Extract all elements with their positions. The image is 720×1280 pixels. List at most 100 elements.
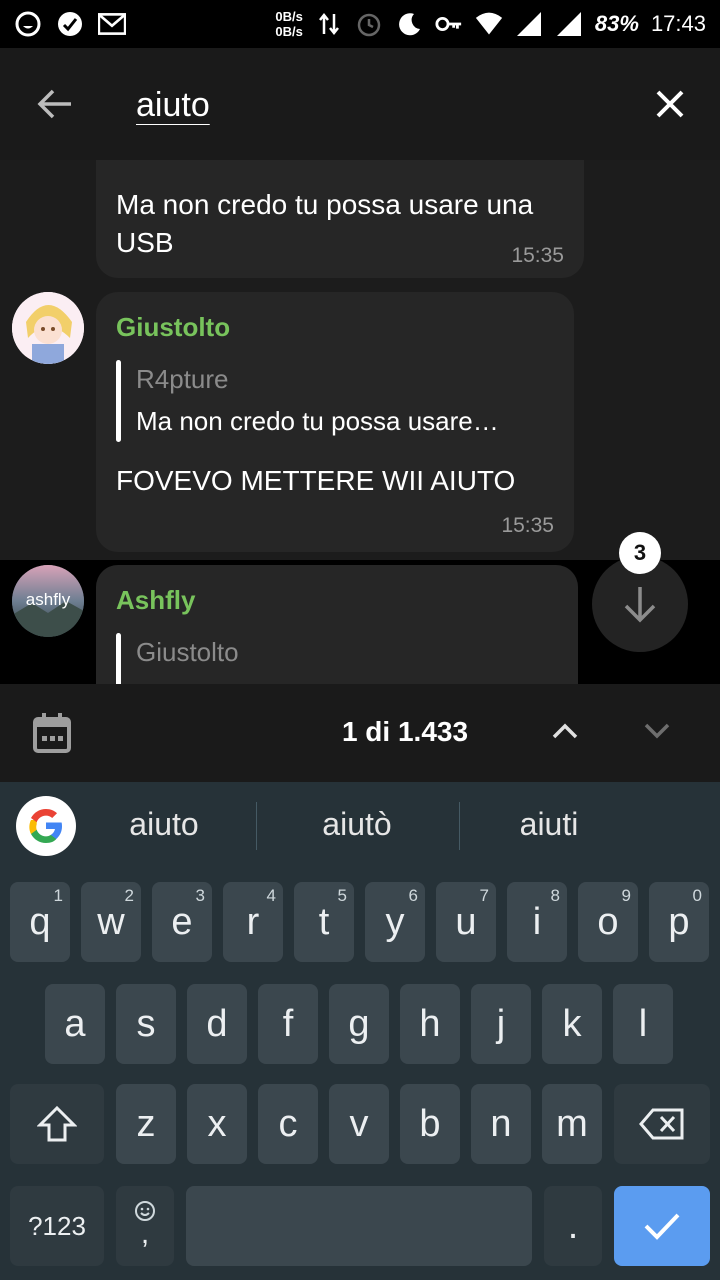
clock: 17:43 [650, 11, 706, 36]
keyboard: aiuto aiutò aiuti ?123 , . q1w2e3r4t5y6u… [0, 782, 720, 1280]
key-a[interactable]: a [45, 984, 105, 1064]
suggestion-2[interactable]: aiutò [277, 806, 437, 843]
key-label: z [136, 1102, 156, 1145]
key-p[interactable]: p0 [649, 882, 709, 962]
key-label: c [278, 1102, 298, 1145]
key-label: e [171, 900, 193, 943]
key-h[interactable]: h [400, 984, 460, 1064]
sender-name[interactable]: Ashfly [116, 585, 195, 616]
key-k[interactable]: k [542, 984, 602, 1064]
key-hint: 7 [479, 886, 489, 905]
key-l[interactable]: l [613, 984, 673, 1064]
search-result-count: 1 di 1.433 [341, 716, 469, 747]
key-o[interactable]: o9 [578, 882, 638, 962]
key-w[interactable]: w2 [81, 882, 141, 962]
key-j[interactable]: j [471, 984, 531, 1064]
key-t[interactable]: t5 [294, 882, 354, 962]
arrow-down-icon [624, 587, 656, 623]
key-f[interactable]: f [258, 984, 318, 1064]
alarm-icon [355, 10, 383, 38]
search-header [0, 48, 720, 160]
key-s[interactable]: s [116, 984, 176, 1064]
previous-result-button[interactable] [544, 710, 586, 752]
reply-text[interactable]: Ma non credo tu possa usare… [136, 406, 499, 437]
message-bubble[interactable]: Ashfly Giustolto [96, 565, 578, 684]
key-label: f [282, 1002, 294, 1045]
key-r[interactable]: r4 [223, 882, 283, 962]
whatsapp-icon [14, 10, 42, 38]
comma-key[interactable]: , [116, 1186, 174, 1266]
key-d[interactable]: d [187, 984, 247, 1064]
reply-quote-bar [116, 633, 121, 684]
wifi-icon [475, 10, 503, 38]
key-b[interactable]: b [400, 1084, 460, 1164]
key-hint: 6 [408, 886, 418, 905]
close-icon [656, 90, 684, 118]
key-z[interactable]: z [116, 1084, 176, 1164]
key-u[interactable]: u7 [436, 882, 496, 962]
data-transfer-icon [315, 10, 343, 38]
key-label: g [348, 1002, 370, 1045]
key-c[interactable]: c [258, 1084, 318, 1164]
google-logo-icon[interactable] [16, 796, 76, 856]
checkmark-icon [644, 1213, 680, 1240]
key-hint: 5 [337, 886, 347, 905]
key-label: k [562, 1002, 582, 1045]
key-label: w [97, 900, 125, 943]
key-hint: 2 [124, 886, 134, 905]
key-label: d [206, 1002, 228, 1045]
symbols-key[interactable]: ?123 [10, 1186, 104, 1266]
chevron-up-icon [552, 723, 578, 739]
sender-name[interactable]: Giustolto [116, 312, 230, 343]
key-label: v [349, 1102, 369, 1145]
reply-sender[interactable]: R4pture [136, 364, 229, 395]
status-bar: 0B/s 0B/s 83% 17:43 [0, 0, 720, 48]
key-hint: 3 [195, 886, 205, 905]
key-i[interactable]: i8 [507, 882, 567, 962]
back-button[interactable] [30, 82, 80, 126]
key-x[interactable]: x [187, 1084, 247, 1164]
message-bubble[interactable]: Ma non credo tu possa usare una USB 15:3… [96, 160, 584, 278]
key-m[interactable]: m [542, 1084, 602, 1164]
comma-label: , [140, 1217, 150, 1250]
key-hint: 4 [266, 886, 276, 905]
suggestion-1[interactable]: aiuto [84, 806, 244, 843]
shift-key[interactable] [10, 1084, 104, 1164]
key-label: a [64, 1002, 86, 1045]
signal-icon-2 [555, 10, 583, 38]
key-hint: 1 [53, 886, 63, 905]
key-icon [435, 10, 463, 38]
enter-key[interactable] [614, 1186, 710, 1266]
key-e[interactable]: e3 [152, 882, 212, 962]
key-q[interactable]: q1 [10, 882, 70, 962]
key-v[interactable]: v [329, 1084, 389, 1164]
suggestion-3[interactable]: aiuti [469, 806, 629, 843]
avatar[interactable]: ashfly [12, 565, 84, 637]
next-result-button[interactable] [636, 710, 678, 752]
period-key[interactable]: . [544, 1186, 602, 1266]
suggestion-bar: aiuto aiutò aiuti [0, 782, 720, 872]
key-label: p [668, 900, 690, 943]
key-label: i [532, 900, 542, 943]
message-time: 15:35 [501, 514, 554, 537]
key-g[interactable]: g [329, 984, 389, 1064]
message-row: Giustolto R4pture Ma non credo tu possa … [0, 284, 720, 560]
avatar[interactable] [12, 292, 84, 364]
key-y[interactable]: y6 [365, 882, 425, 962]
network-speed: 0B/s 0B/s [275, 9, 303, 39]
calendar-button[interactable] [32, 712, 72, 754]
key-n[interactable]: n [471, 1084, 531, 1164]
backspace-icon [639, 1108, 684, 1140]
message-bubble[interactable]: Giustolto R4pture Ma non credo tu possa … [96, 292, 574, 552]
clear-search-button[interactable] [650, 84, 690, 124]
shift-icon [37, 1105, 77, 1142]
key-label: r [246, 900, 260, 943]
reply-sender[interactable]: Giustolto [136, 637, 239, 668]
key-label: s [136, 1002, 156, 1045]
backspace-key[interactable] [614, 1084, 710, 1164]
key-label: h [419, 1002, 441, 1045]
search-input[interactable] [136, 80, 596, 130]
space-key[interactable] [186, 1186, 532, 1266]
key-label: n [490, 1102, 512, 1145]
key-label: t [318, 900, 330, 943]
